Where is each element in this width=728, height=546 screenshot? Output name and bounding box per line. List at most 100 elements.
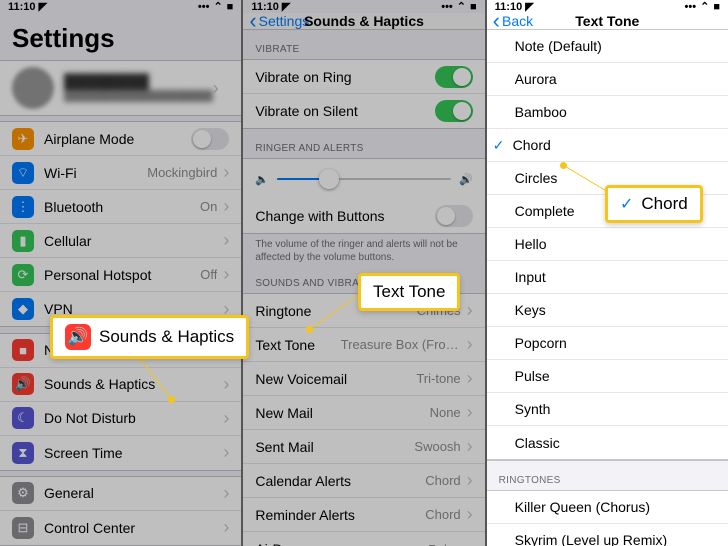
sound-pattern-cell[interactable]: Sent MailSwoosh xyxy=(243,430,484,464)
cell-label: Reminder Alerts xyxy=(255,507,425,523)
screen-time-icon: ⧗ xyxy=(12,442,34,464)
cell-value: Treasure Box (From "Zelda Breath… xyxy=(341,337,461,352)
vibrate-cell[interactable]: Vibrate on Silent xyxy=(243,94,484,128)
cell-label: Calendar Alerts xyxy=(255,473,425,489)
cell-value: Mockingbird xyxy=(147,165,217,180)
cell-label: Sent Mail xyxy=(255,439,414,455)
tone-label: Popcorn xyxy=(515,335,716,351)
status-bar: 11:10 ◤ •••⌃■ xyxy=(487,0,728,13)
tone-label: Circles xyxy=(515,170,716,186)
cell-value: None xyxy=(430,405,461,420)
tone-label: Pulse xyxy=(515,368,716,384)
sound-pattern-cell[interactable]: Reminder AlertsChord xyxy=(243,498,484,532)
nav-bar: Back Text Tone xyxy=(487,13,728,30)
sounds-&-haptics-icon: 🔊 xyxy=(12,373,34,395)
settings-cell[interactable]: ☾Do Not Disturb xyxy=(0,402,241,436)
cell-label: Bluetooth xyxy=(44,199,200,215)
settings-root-panel: 11:10 ◤ •••⌃■ Settings ████████ ████████… xyxy=(0,0,243,546)
settings-cell[interactable]: ⟳Personal HotspotOff xyxy=(0,258,241,292)
nav-bar: Settings Sounds & Haptics xyxy=(243,13,484,30)
cell-label: New Mail xyxy=(255,405,429,421)
tone-label: Bamboo xyxy=(515,104,716,120)
cell-value: Pulse xyxy=(428,542,461,546)
back-button[interactable]: Back xyxy=(487,13,533,29)
airplane-mode-icon: ✈ xyxy=(12,128,34,150)
sound-pattern-cell[interactable]: AirDropPulse xyxy=(243,532,484,546)
sound-pattern-cell[interactable]: Text ToneTreasure Box (From "Zelda Breat… xyxy=(243,328,484,362)
settings-cell[interactable]: ▮Cellular xyxy=(0,224,241,258)
sound-pattern-cell[interactable]: New VoicemailTri-tone xyxy=(243,362,484,396)
cell-value: Tri-tone xyxy=(416,371,460,386)
tone-cell[interactable]: Bamboo xyxy=(487,96,728,129)
sounds-icon: 🔊 xyxy=(65,324,91,350)
cell-label: Personal Hotspot xyxy=(44,267,200,283)
tone-cell[interactable]: ✓Chord xyxy=(487,129,728,162)
tone-label: Synth xyxy=(515,401,716,417)
tone-label: Input xyxy=(515,269,716,285)
settings-cell[interactable]: ⋮ BluetoothOn xyxy=(0,190,241,224)
apple-id-cell[interactable]: ████████ █████████████████████ xyxy=(0,61,241,115)
tone-cell[interactable]: Pulse xyxy=(487,360,728,393)
settings-cell[interactable]: ⌔ Wi-FiMockingbird xyxy=(0,156,241,190)
cell-value: Chord xyxy=(425,473,460,488)
settings-cell[interactable]: ✈ Airplane Mode xyxy=(0,122,241,156)
page-title: Settings xyxy=(0,13,241,60)
tone-cell[interactable]: Popcorn xyxy=(487,327,728,360)
settings-cell[interactable]: ⚙General xyxy=(0,477,241,511)
change-with-buttons-cell[interactable]: Change with Buttons xyxy=(243,199,484,233)
tone-label: Chord xyxy=(513,137,716,153)
tone-cell[interactable]: Hello xyxy=(487,228,728,261)
back-button[interactable]: Settings xyxy=(243,13,309,29)
ringer-volume-slider[interactable]: 🔈 🔊 xyxy=(243,159,484,199)
cell-value: On xyxy=(200,199,217,214)
cell-label: New Voicemail xyxy=(255,371,416,387)
cellular-icon: ▮ xyxy=(12,230,34,252)
personal-hotspot-icon: ⟳ xyxy=(12,264,34,286)
wi-fi-icon: ⌔ xyxy=(12,162,34,184)
bluetooth-icon: ⋮ xyxy=(12,196,34,218)
ringtone-cell[interactable]: Killer Queen (Chorus) xyxy=(487,491,728,524)
tone-label: Note (Default) xyxy=(515,38,716,54)
callout-text-tone: Text Tone xyxy=(358,273,460,311)
cell-value: Swoosh xyxy=(414,439,460,454)
check-icon: ✓ xyxy=(620,194,633,214)
section-header-ringer: RINGER AND ALERTS xyxy=(243,129,484,158)
cell-label: Airplane Mode xyxy=(44,131,191,147)
cell-value: Chord xyxy=(425,507,460,522)
tone-cell[interactable]: Input xyxy=(487,261,728,294)
callout-sounds-haptics: 🔊 Sounds & Haptics xyxy=(50,315,249,359)
cell-label: Vibrate on Ring xyxy=(255,69,434,85)
settings-cell[interactable]: ⊟Control Center xyxy=(0,511,241,545)
tone-cell[interactable]: Synth xyxy=(487,393,728,426)
text-tone-panel: 11:10 ◤ •••⌃■ Back Text Tone Note (Defau… xyxy=(487,0,728,546)
sound-pattern-cell[interactable]: Calendar AlertsChord xyxy=(243,464,484,498)
settings-cell[interactable]: 🔊 Sounds & Haptics xyxy=(0,368,241,402)
cell-label: Text Tone xyxy=(255,337,340,353)
control-center-icon: ⊟ xyxy=(12,517,34,539)
ringtone-label: Skyrim (Level up Remix) xyxy=(515,532,716,546)
vpn-icon: ◆ xyxy=(12,298,34,320)
tone-label: Classic xyxy=(515,435,716,451)
toggle[interactable] xyxy=(435,100,473,122)
toggle[interactable] xyxy=(435,66,473,88)
tone-cell[interactable]: Note (Default) xyxy=(487,30,728,63)
general-icon: ⚙ xyxy=(12,482,34,504)
tone-cell[interactable]: Classic xyxy=(487,426,728,459)
tone-label: Hello xyxy=(515,236,716,252)
cell-label: Wi-Fi xyxy=(44,165,147,181)
tone-cell[interactable]: Aurora xyxy=(487,63,728,96)
sound-pattern-cell[interactable]: New MailNone xyxy=(243,396,484,430)
tone-cell[interactable]: Keys xyxy=(487,294,728,327)
change-with-buttons-toggle[interactable] xyxy=(435,205,473,227)
vibrate-cell[interactable]: Vibrate on Ring xyxy=(243,60,484,94)
toggle[interactable] xyxy=(191,128,229,150)
ringtone-cell[interactable]: Skyrim (Level up Remix) xyxy=(487,524,728,546)
ringtone-label: Killer Queen (Chorus) xyxy=(515,499,716,515)
settings-cell[interactable]: ⧗Screen Time xyxy=(0,436,241,470)
tone-label: Aurora xyxy=(515,71,716,87)
cell-label: AirDrop xyxy=(255,541,428,546)
volume-high-icon: 🔊 xyxy=(459,173,473,186)
cell-label: Sounds & Haptics xyxy=(44,376,223,392)
section-footer: The volume of the ringer and alerts will… xyxy=(243,234,484,264)
notifications-icon: ■ xyxy=(12,339,34,361)
